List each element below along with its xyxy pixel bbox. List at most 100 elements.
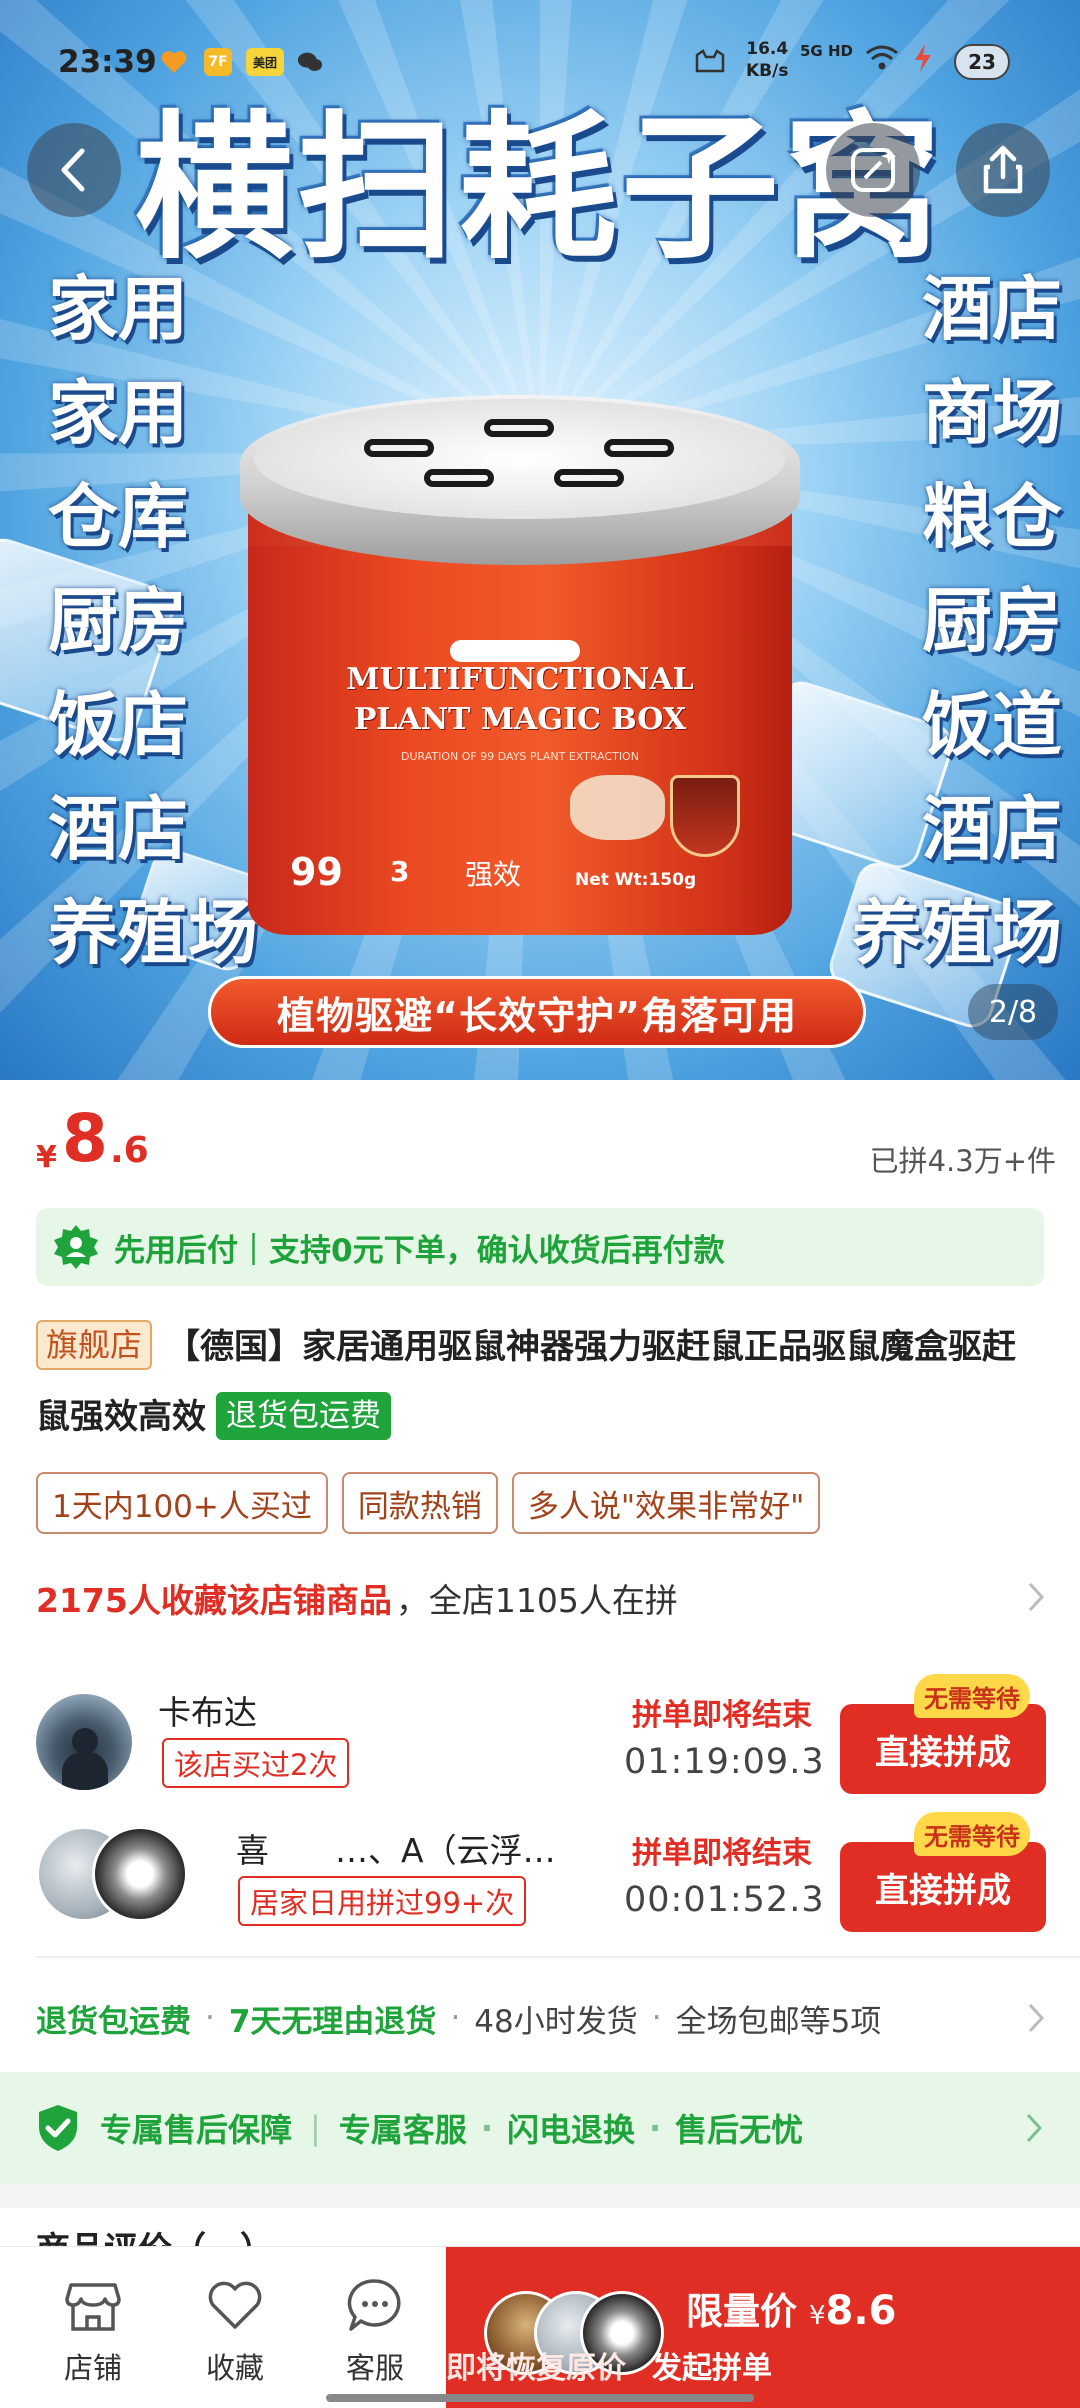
- product-page: 横扫耗子窝 家用 家用 仓库 厨房 饭店 酒店 养殖场 酒店 商场 粮仓 厨房 …: [0, 0, 1080, 2408]
- group-buy-row: 喜 …、A（云浮… 居家日用拼过99+次 拼单即将结束 00:01:52.3 直…: [36, 1812, 1046, 1938]
- group-ending-label: 拼单即将结束: [632, 1836, 812, 1871]
- network-speed: 16.4 KB/s: [746, 38, 788, 82]
- tab-favorite[interactable]: 收藏: [170, 2247, 300, 2408]
- limit-price-amount: 8.6: [825, 2288, 897, 2334]
- home-indicator: [326, 2394, 754, 2402]
- tab-favorite-label: 收藏: [205, 2351, 264, 2385]
- hero-left-word: 仓库: [48, 476, 188, 558]
- hero-right-word: 酒店: [922, 788, 1062, 870]
- jar-label: MULTIFUNCTIONAL PLANT MAGIC BOX: [300, 660, 740, 740]
- lid-hole: [604, 439, 674, 457]
- section-gap: [0, 2184, 1080, 2208]
- price-currency: ¥: [36, 1140, 57, 1175]
- cat-icon: [692, 48, 728, 76]
- restore-line: 即将恢复原价 发起拼单: [446, 2343, 772, 2387]
- share-icon: [983, 145, 1023, 194]
- network-speed-value: 16.4: [746, 39, 789, 59]
- bottom-action-bar: 店铺 收藏 客服 限量价 ¥8.6 即将恢复原价发起拼单: [0, 2246, 1080, 2408]
- tab-store[interactable]: 店铺: [28, 2247, 158, 2408]
- service-7day-return: 7天无理由退货: [228, 2003, 437, 2040]
- image-pager: 2/8: [968, 984, 1058, 1040]
- hero-left-word: 酒店: [48, 788, 188, 870]
- collect-highlight: 2175人收藏该店铺商品: [36, 1581, 392, 1620]
- share-button[interactable]: [956, 123, 1050, 217]
- pay-later-text: 先用后付｜支持0元下单，确认收货后再付款: [114, 1232, 725, 1269]
- chip-hot[interactable]: 同款热销: [341, 1472, 498, 1534]
- hero-right-word: 饭道: [922, 684, 1062, 766]
- service-free-shipping: 全场包邮等5项: [675, 2003, 882, 2040]
- chevron-right-icon: [1028, 1582, 1045, 1612]
- no-wait-badge: 无需等待: [914, 1674, 1030, 1718]
- hero-right-words: 酒店 商场 粮仓 厨房 饭道 酒店 养殖场: [852, 270, 1062, 972]
- chevron-right-icon: [1028, 2003, 1045, 2033]
- chip-reviews[interactable]: 多人说"效果非常好": [511, 1472, 821, 1534]
- hero-right-word: 酒店: [922, 268, 1062, 350]
- pay-later-banner[interactable]: 先用后付｜支持0元下单，确认收货后再付款: [36, 1208, 1044, 1286]
- store-icon: [65, 2283, 121, 2331]
- hero-banner: 植物驱避“长效守护”角落可用: [208, 976, 866, 1048]
- price-decimal: .6: [110, 1130, 149, 1171]
- group-user-name: 喜 …、A（云浮…: [236, 1831, 556, 1870]
- guarantee-item: 闪电退换: [506, 2111, 635, 2149]
- start-group-buy-button[interactable]: 限量价 ¥8.6 即将恢复原价 发起拼单: [446, 2247, 1080, 2408]
- back-button[interactable]: [27, 123, 121, 217]
- group-countdown: 00:01:52.3: [624, 1880, 825, 1920]
- limit-price-currency: ¥: [809, 2301, 826, 2331]
- jar-label-sub: DURATION OF 99 DAYS PLANT EXTRACTION: [401, 750, 639, 763]
- product-title: 【德国】家居通用驱鼠神器强力驱赶鼠正品驱鼠魔盒驱赶鼠强效高效: [36, 1327, 1017, 1437]
- jar-label-line2: PLANT MAGIC BOX: [353, 702, 687, 737]
- lid-hole: [364, 439, 434, 457]
- hero-right-word: 粮仓: [922, 476, 1062, 558]
- lid-hole: [424, 469, 494, 487]
- collect-rest: ，全店1105人在拼: [395, 1581, 678, 1620]
- chevron-left-icon: [61, 148, 85, 192]
- price-row: ¥ 8 .6 已拼4.3万+件: [36, 1100, 1056, 1180]
- wifi-icon: [864, 44, 900, 72]
- hero-left-word: 养殖场: [48, 892, 258, 974]
- separator-bar: |: [310, 2109, 321, 2147]
- return-shipping-tag: 退货包运费: [216, 1392, 391, 1440]
- battery-indicator: 23: [954, 44, 1010, 80]
- chip-bought[interactable]: 1天内100+人买过: [36, 1472, 328, 1534]
- lid-hole: [484, 419, 554, 437]
- avatar-spacer: [148, 1826, 150, 1828]
- hero-left-word: 家用: [48, 268, 188, 350]
- jar-number-99: 99: [290, 850, 343, 894]
- group-ending-label: 拼单即将结束: [632, 1698, 812, 1733]
- hero-left-words: 家用 家用 仓库 厨房 饭店 酒店 养殖场: [48, 270, 258, 972]
- service-row[interactable]: 退货包运费 · 7天无理由退货 · 48小时发货 · 全场包邮等5项: [36, 1988, 1046, 2048]
- shield-check-icon: [39, 2105, 77, 2151]
- wechat-icon: [296, 48, 324, 76]
- product-title-block: 旗舰店 【德国】家居通用驱鼠神器强力驱赶鼠正品驱鼠魔盒驱赶鼠强效高效 退货包运费: [36, 1312, 1046, 1452]
- ai-search-button[interactable]: [826, 123, 920, 217]
- app-badge-meituan: 美团: [246, 48, 284, 76]
- tab-store-label: 店铺: [63, 2351, 122, 2385]
- product-jar: MULTIFUNCTIONAL PLANT MAGIC BOX DURATION…: [240, 395, 800, 955]
- limit-price-label: 限量价: [686, 2290, 797, 2333]
- start-group-label: 发起拼单: [652, 2351, 772, 2386]
- group-user-tag: 居家日用拼过99+次: [238, 1876, 527, 1926]
- no-wait-badge: 无需等待: [914, 1812, 1030, 1856]
- separator-dot: ·: [450, 2000, 461, 2036]
- jar-lid-top: [254, 399, 786, 519]
- restore-price-text: 即将恢复原价: [446, 2351, 626, 2386]
- jar-netwt: Net Wt:150g: [575, 870, 697, 890]
- after-sale-guarantee[interactable]: 专属售后保障 | 专属客服 · 闪电退换 · 售后无忧: [0, 2072, 1080, 2184]
- status-bar: 23:39 7F 美团 16.4 KB/s 5G HD 23: [0, 0, 1080, 120]
- chevron-right-icon: [1026, 2113, 1043, 2143]
- flagship-store-tag[interactable]: 旗舰店: [36, 1320, 153, 1370]
- store-collect-row[interactable]: 2175人收藏该店铺商品 ，全店1105人在拼: [36, 1568, 1046, 1628]
- chat-bubble-icon: [347, 2279, 401, 2331]
- guarantee-item: 专属客服: [338, 2111, 467, 2149]
- group-countdown: 01:19:09.3: [624, 1742, 825, 1782]
- jar-label-line1: MULTIFUNCTIONAL: [346, 662, 694, 697]
- group-user-name: 卡布达: [158, 1693, 257, 1732]
- sparkle-search-icon: [851, 148, 897, 192]
- tab-customer-service[interactable]: 客服: [310, 2247, 440, 2408]
- hero-right-word: 厨房: [922, 580, 1062, 662]
- rat-illustration: [570, 775, 665, 840]
- group-buy-row: 卡布达 该店买过2次 拼单即将结束 01:19:09.3 直接拼成 无需等待: [36, 1674, 1046, 1800]
- guarantee-item: 专属售后保障: [100, 2111, 293, 2149]
- jar-logo: [450, 640, 580, 662]
- network-speed-unit: KB/s: [746, 61, 789, 81]
